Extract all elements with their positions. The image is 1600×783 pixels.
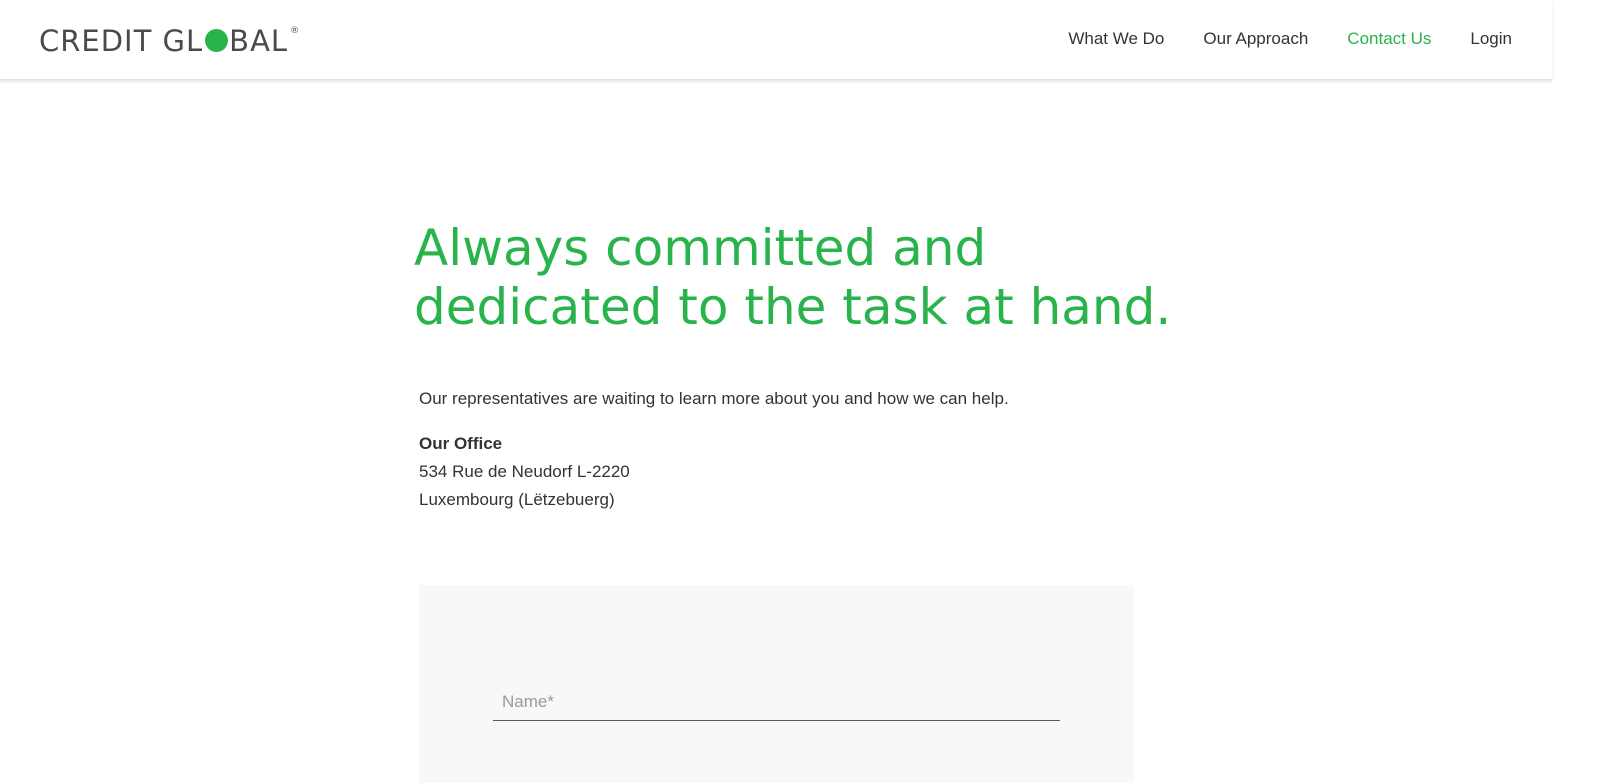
office-address-line-2: Luxembourg (Lëtzebuerg) bbox=[419, 490, 615, 509]
hero-title-line-2: dedicated to the task at hand. bbox=[414, 278, 1172, 336]
nav-item-login[interactable]: Login bbox=[1470, 28, 1512, 50]
nav-item-what-we-do[interactable]: What We Do bbox=[1068, 28, 1164, 50]
hero-title-line-1: Always committed and bbox=[414, 219, 987, 277]
main-nav: What We Do Our Approach Contact Us Login bbox=[1068, 28, 1512, 50]
contact-form-panel bbox=[419, 585, 1134, 783]
credit-global-logo[interactable]: CREDIT GL BAL ® bbox=[39, 24, 300, 58]
intro-text: Our representatives are waiting to learn… bbox=[419, 389, 1009, 408]
site-header: CREDIT GL BAL ® What We Do Our Approach … bbox=[0, 0, 1552, 80]
registered-mark: ® bbox=[290, 26, 301, 36]
office-address-line-1: 534 Rue de Neudorf L-2220 bbox=[419, 462, 630, 481]
logo-text-start: CREDIT GL bbox=[39, 24, 204, 58]
name-field[interactable] bbox=[493, 683, 1060, 721]
nav-item-contact-us[interactable]: Contact Us bbox=[1347, 28, 1431, 50]
nav-item-our-approach[interactable]: Our Approach bbox=[1203, 28, 1308, 50]
office-heading: Our Office bbox=[419, 434, 503, 453]
office-address-block: Our Office 534 Rue de Neudorf L-2220 Lux… bbox=[419, 430, 630, 514]
logo-green-dot-icon bbox=[205, 29, 229, 52]
logo-text-end: BAL bbox=[229, 24, 289, 58]
hero-title: Always committed and dedicated to the ta… bbox=[414, 219, 1174, 337]
